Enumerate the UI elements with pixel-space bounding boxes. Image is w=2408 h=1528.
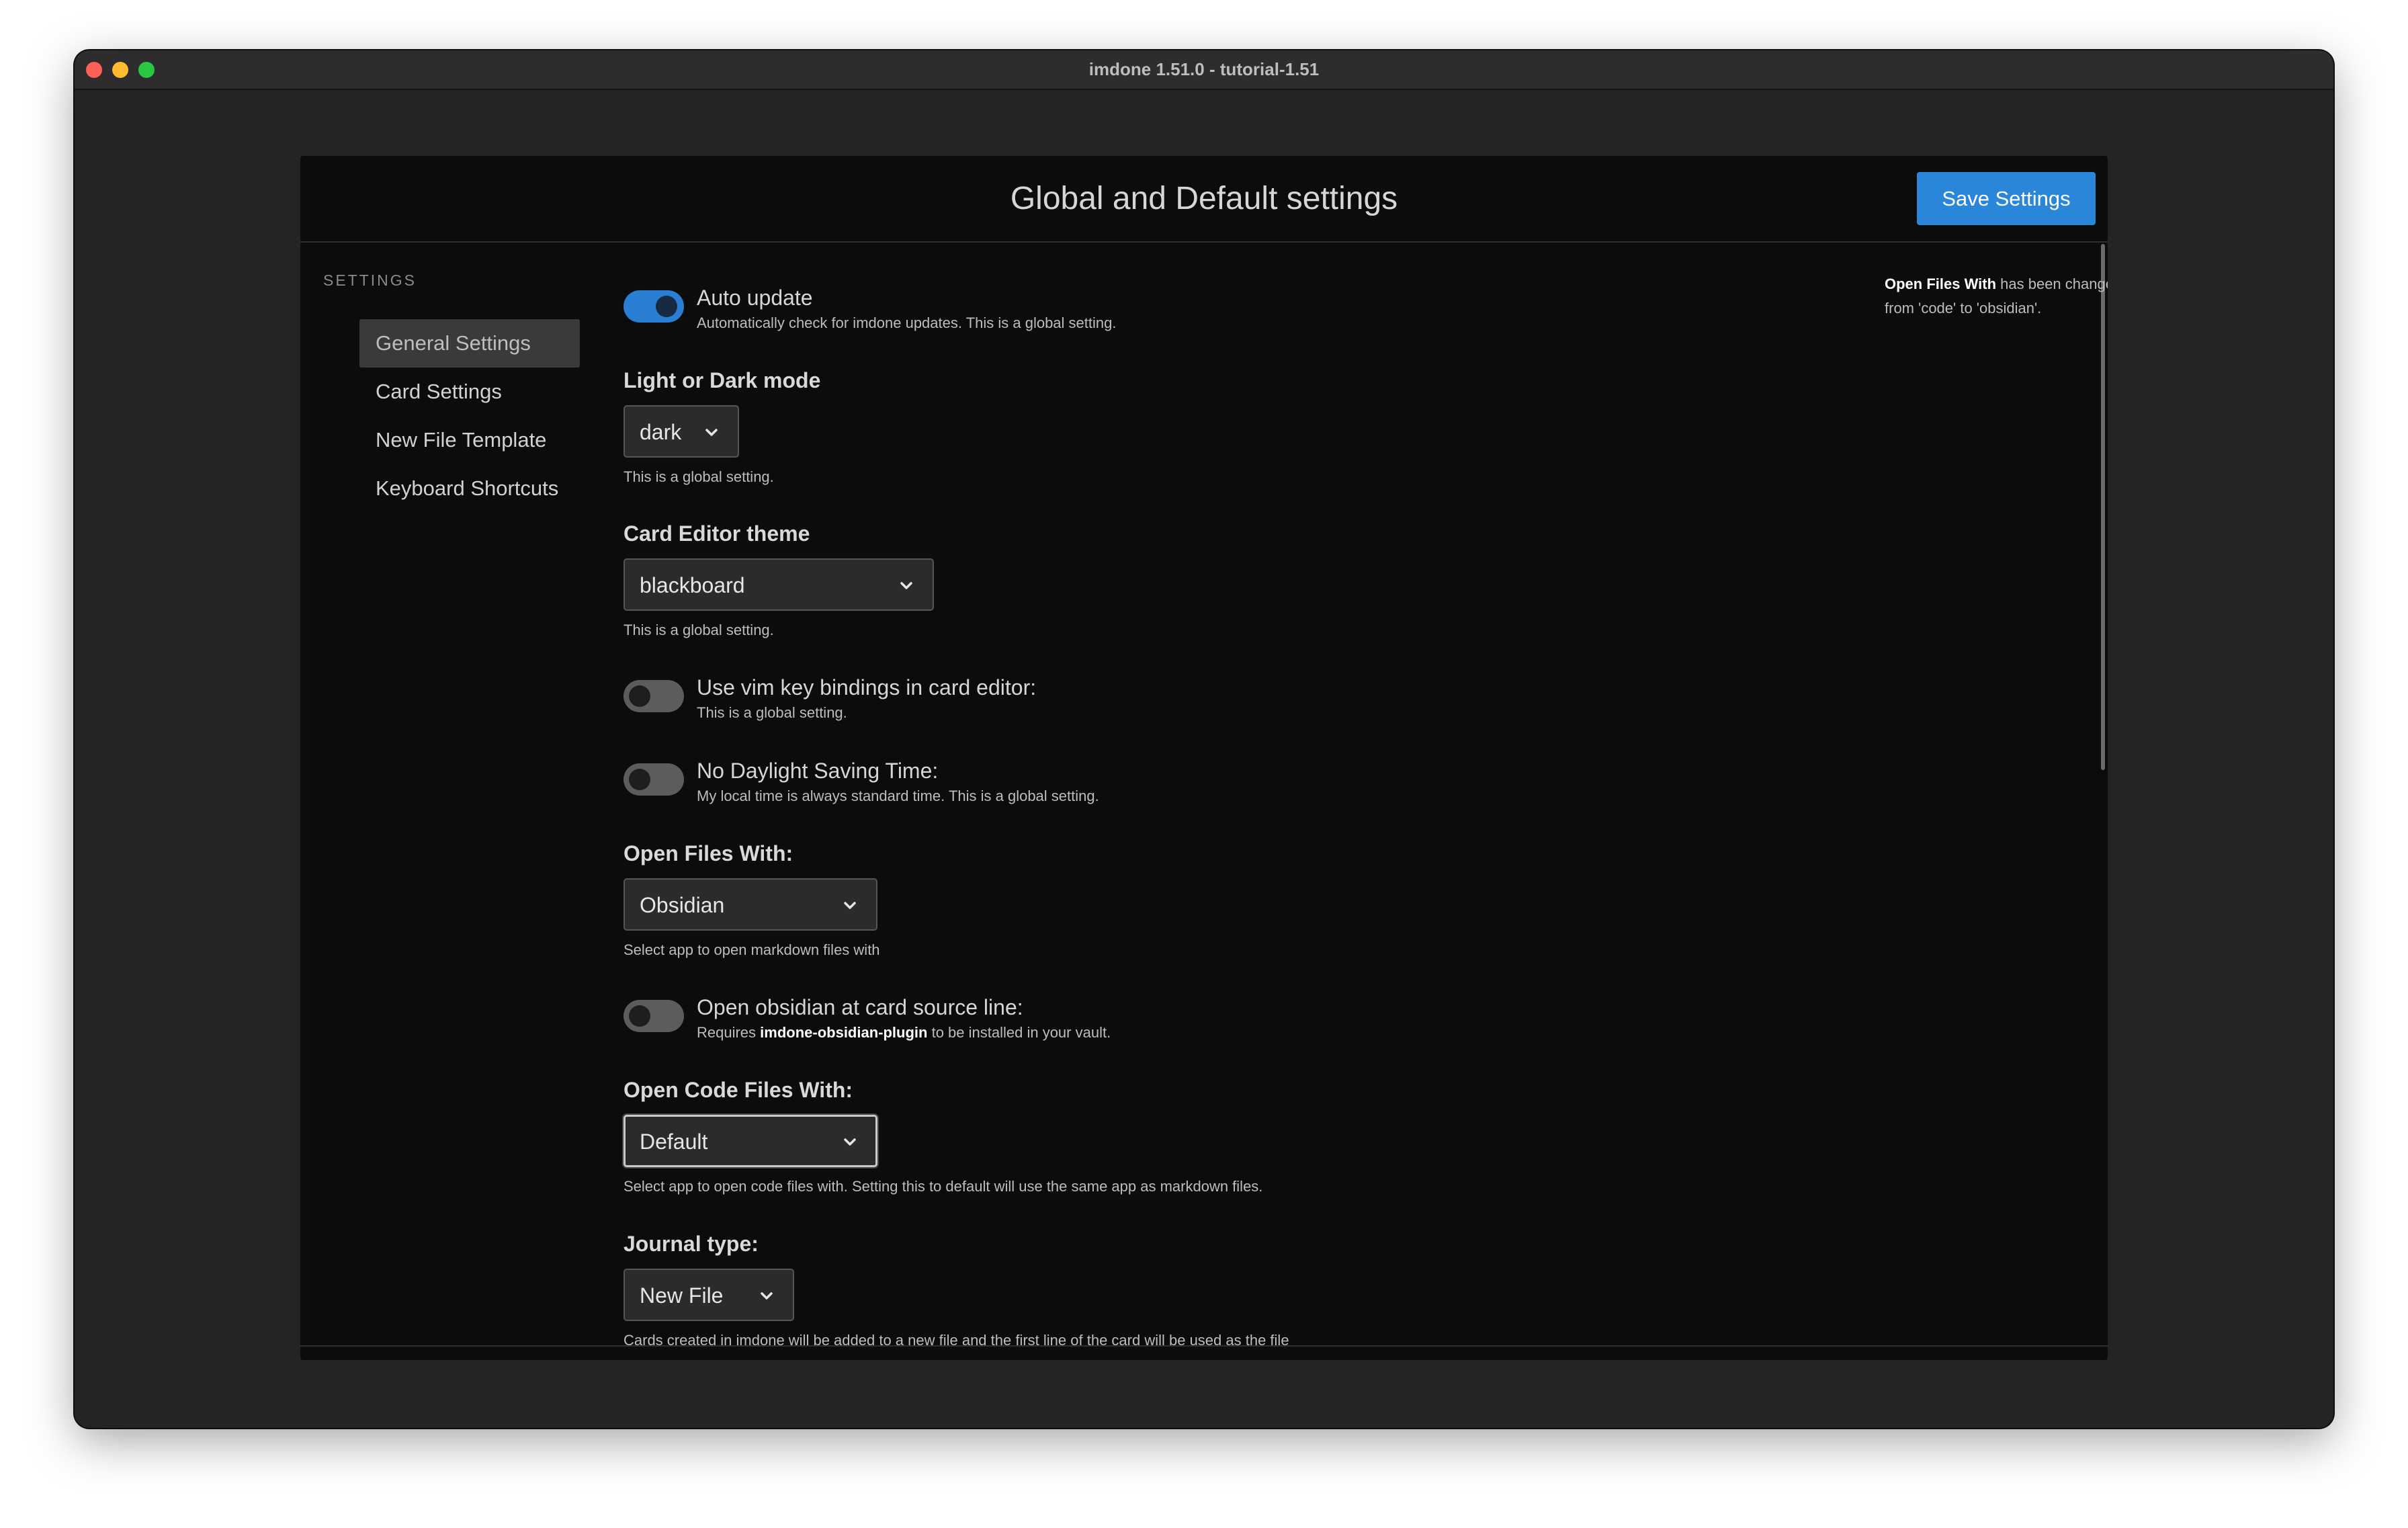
window-title: imdone 1.51.0 - tutorial-1.51: [1088, 59, 1320, 79]
chevron-down-icon: [900, 582, 912, 589]
toggle-knob: [629, 685, 650, 707]
title-bar: imdone 1.51.0 - tutorial-1.51: [75, 50, 2333, 90]
open-code-files-select[interactable]: Default: [624, 1115, 877, 1167]
obsidian-source-line-title: Open obsidian at card source line:: [697, 995, 1023, 1019]
journal-type-select[interactable]: New File: [624, 1269, 794, 1321]
settings-content: Auto update Automatically check for imdo…: [300, 156, 2108, 1360]
obsidian-source-line-help: Requires imdone-obsidian-plugin to be in…: [697, 1024, 1111, 1042]
daylight-saving-title: No Daylight Saving Time:: [697, 759, 939, 783]
open-files-select-value: Obsidian: [640, 893, 725, 917]
chevron-down-icon: [844, 902, 856, 909]
obsidian-source-line-toggle[interactable]: [624, 1000, 684, 1032]
mode-help: This is a global setting.: [624, 468, 774, 485]
open-code-files-label: Open Code Files With:: [624, 1078, 853, 1102]
editor-theme-select-value: blackboard: [640, 573, 745, 597]
chevron-down-icon: [844, 1138, 856, 1146]
vim-bindings-title: Use vim key bindings in card editor:: [697, 675, 1037, 699]
settings-dialog: Global and Default settings Save Setting…: [300, 156, 2108, 1360]
change-notice: Open Files With has been changed from 'c…: [1885, 272, 2108, 321]
help-text: to be installed in your vault.: [927, 1024, 1111, 1041]
toggle-knob: [629, 769, 650, 790]
vim-bindings-help: This is a global setting.: [697, 704, 847, 721]
open-files-select[interactable]: Obsidian: [624, 878, 877, 931]
open-files-help: Select app to open markdown files with: [624, 941, 880, 958]
content-scrollbar[interactable]: [2101, 244, 2105, 770]
journal-type-help: Cards created in imdone will be added to…: [624, 1332, 1289, 1349]
open-code-files-help: Select app to open code files with. Sett…: [624, 1178, 1263, 1195]
open-code-files-select-value: Default: [640, 1130, 708, 1154]
chevron-down-icon: [761, 1292, 773, 1300]
mode-select[interactable]: dark: [624, 405, 739, 458]
chevron-down-icon: [705, 429, 718, 436]
auto-update-toggle[interactable]: [624, 290, 684, 323]
editor-theme-label: Card Editor theme: [624, 521, 810, 546]
plugin-name: imdone-obsidian-plugin: [760, 1024, 928, 1041]
toggle-knob: [656, 296, 677, 317]
daylight-saving-toggle[interactable]: [624, 763, 684, 796]
auto-update-help: Automatically check for imdone updates. …: [697, 314, 1117, 331]
mode-label: Light or Dark mode: [624, 368, 821, 392]
editor-theme-select[interactable]: blackboard: [624, 558, 934, 611]
auto-update-title: Auto update: [697, 286, 813, 310]
vim-bindings-toggle[interactable]: [624, 680, 684, 712]
open-files-label: Open Files With:: [624, 841, 793, 865]
journal-type-select-value: New File: [640, 1283, 724, 1308]
dialog-bottom-divider: [300, 1345, 2108, 1347]
editor-theme-help: This is a global setting.: [624, 622, 774, 638]
journal-type-label: Journal type:: [624, 1232, 759, 1256]
notice-setting-name: Open Files With: [1885, 275, 1997, 292]
toggle-knob: [629, 1005, 650, 1027]
help-text: Requires: [697, 1024, 761, 1041]
mode-select-value: dark: [640, 420, 682, 444]
app-window: imdone 1.51.0 - tutorial-1.51 Global and…: [75, 50, 2333, 1428]
daylight-saving-help: My local time is always standard time. T…: [697, 788, 1099, 804]
